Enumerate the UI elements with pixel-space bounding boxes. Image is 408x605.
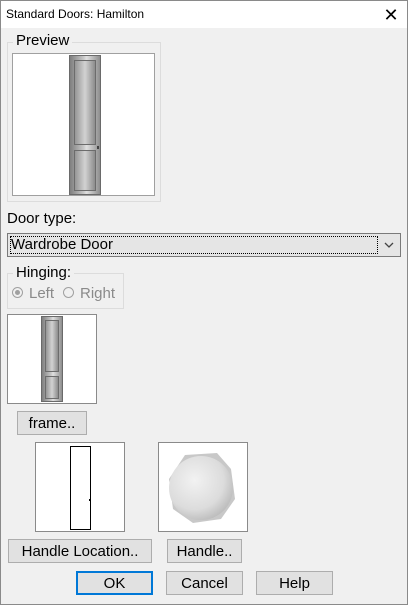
hinge-right-label[interactable]: Right	[80, 285, 115, 302]
title-bar: Standard Doors: Hamilton ✕	[1, 1, 407, 28]
preview-label: Preview	[13, 32, 73, 49]
preview-door-upper-panel	[74, 60, 96, 145]
handle-knob-icon	[169, 453, 235, 523]
cancel-button[interactable]: Cancel	[166, 571, 243, 595]
handle-button[interactable]: Handle..	[167, 539, 242, 563]
frame-preview	[7, 314, 97, 404]
hinging-label: Hinging:	[13, 264, 75, 281]
preview-door-lower-panel	[74, 150, 96, 191]
door-type-value: Wardrobe Door	[11, 236, 113, 253]
frame-door-upper-panel	[45, 320, 59, 372]
window-title: Standard Doors: Hamilton	[6, 7, 145, 21]
preview-door-image	[69, 55, 101, 195]
hinge-right-radio[interactable]	[63, 287, 74, 298]
frame-door-image	[41, 316, 63, 402]
preview-door-knob	[97, 146, 99, 149]
handle-preview	[158, 442, 248, 532]
ok-button[interactable]: OK	[76, 571, 153, 595]
hinge-left-radio[interactable]	[12, 287, 23, 298]
handle-location-button[interactable]: Handle Location..	[8, 539, 152, 563]
frame-door-lower-panel	[45, 376, 59, 399]
frame-button[interactable]: frame..	[17, 411, 87, 435]
chevron-down-icon	[384, 242, 394, 248]
close-button[interactable]: ✕	[375, 1, 407, 28]
door-type-label: Door type:	[7, 210, 77, 227]
door-preview	[12, 53, 155, 196]
help-button[interactable]: Help	[256, 571, 333, 595]
handle-location-marker	[89, 499, 91, 501]
standard-doors-dialog: Standard Doors: Hamilton ✕ Preview Door …	[0, 0, 408, 605]
handle-location-door-outline	[70, 446, 91, 530]
close-icon: ✕	[383, 4, 399, 25]
hinge-left-label[interactable]: Left	[29, 285, 54, 302]
handle-location-preview	[35, 442, 125, 532]
door-type-select[interactable]: Wardrobe Door	[7, 233, 401, 257]
